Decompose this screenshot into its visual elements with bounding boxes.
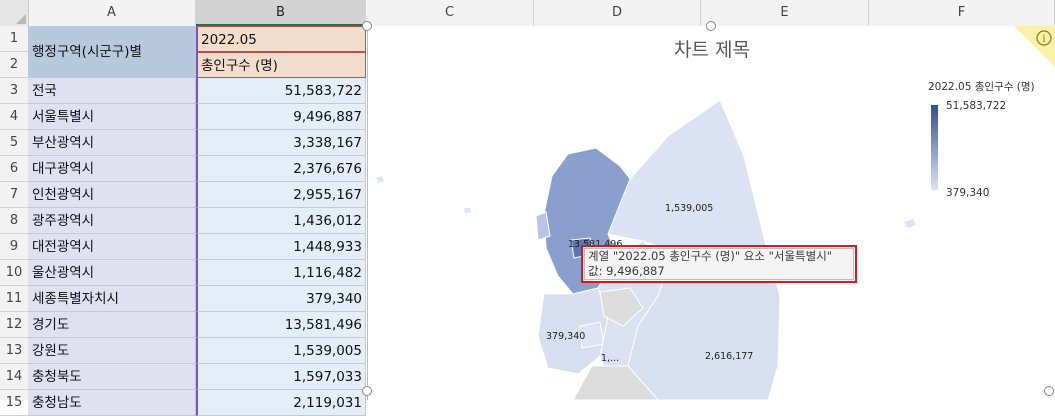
column-header-b[interactable]: B: [196, 0, 366, 26]
value-cell[interactable]: 379,340: [196, 286, 366, 312]
info-icon[interactable]: i: [1014, 26, 1055, 68]
select-all-button[interactable]: [0, 0, 29, 26]
legend-max-label: 51,583,722: [946, 100, 1007, 112]
value-cell[interactable]: 2,119,031: [196, 390, 366, 416]
tooltip-value-line: 값: 9,496,887: [588, 264, 665, 278]
map-label-gyeongbuk: 2,616,177: [705, 351, 754, 362]
value-cell[interactable]: 1,436,012: [196, 208, 366, 234]
row-header[interactable]: 8: [0, 208, 28, 234]
region-cell[interactable]: 충청북도: [28, 364, 196, 390]
resize-handle[interactable]: [362, 386, 372, 396]
row-header[interactable]: 12: [0, 312, 28, 338]
column-header-c[interactable]: C: [366, 0, 534, 26]
column-header-bar: A B C D E F: [0, 0, 1055, 27]
resize-handle[interactable]: [1044, 386, 1054, 396]
tooltip-series-line: 계열 "2022.05 총인구수 (명)" 요소 "서울특별시": [588, 249, 833, 263]
row-header[interactable]: 7: [0, 182, 28, 208]
legend-min-label: 379,340: [946, 187, 990, 199]
row-header[interactable]: 6: [0, 156, 28, 182]
map-label-gangwon: 1,539,005: [665, 203, 714, 214]
map-label-sejong: 379,340: [546, 331, 586, 342]
column-header-a[interactable]: A: [28, 0, 196, 26]
region-cell[interactable]: 세종특별자치시: [28, 286, 196, 312]
map-label-chungbuk: 1,...: [601, 353, 620, 364]
row-header[interactable]: 5: [0, 130, 28, 156]
value-cell[interactable]: 9,496,887: [196, 104, 366, 130]
value-cell[interactable]: 1,597,033: [196, 364, 366, 390]
column-header-d[interactable]: D: [534, 0, 701, 26]
cell-a1-region-header[interactable]: 행정구역(시군구)별: [28, 26, 196, 78]
island-shape: [376, 176, 384, 183]
region-cell[interactable]: 광주광역시: [28, 208, 196, 234]
region-cell[interactable]: 울산광역시: [28, 260, 196, 286]
region-cell[interactable]: 대구광역시: [28, 156, 196, 182]
svg-text:i: i: [1042, 34, 1045, 45]
column-header-e[interactable]: E: [701, 0, 869, 26]
row-header[interactable]: 15: [0, 390, 28, 416]
row-header[interactable]: 2: [0, 52, 28, 78]
value-cell[interactable]: 2,955,167: [196, 182, 366, 208]
row-header[interactable]: 11: [0, 286, 28, 312]
island-shape: [464, 208, 471, 213]
region-cell[interactable]: 서울특별시: [28, 104, 196, 130]
region-cell[interactable]: 강원도: [28, 338, 196, 364]
row-header-bar: 1 2 3 4 5 6 7 8 9 10 11 12 13 14 15: [0, 26, 29, 416]
value-cell[interactable]: 13,581,496: [196, 312, 366, 338]
column-header-f[interactable]: F: [869, 0, 1055, 26]
legend-title: 2022.05 총인구수 (명): [928, 81, 1035, 93]
row-header[interactable]: 14: [0, 364, 28, 390]
value-cell[interactable]: 1,539,005: [196, 338, 366, 364]
region-cell[interactable]: 인천광역시: [28, 182, 196, 208]
chart-tooltip: 계열 "2022.05 총인구수 (명)" 요소 "서울특별시" 값: 9,49…: [581, 245, 857, 283]
row-header[interactable]: 4: [0, 104, 28, 130]
row-header[interactable]: 9: [0, 234, 28, 260]
row-header[interactable]: 3: [0, 78, 28, 104]
resize-handle[interactable]: [362, 21, 372, 31]
region-cell[interactable]: 전국: [28, 78, 196, 104]
cell-b2-measure[interactable]: 총인구수 (명): [196, 52, 366, 78]
resize-handle[interactable]: [706, 21, 716, 31]
cell-b1-period[interactable]: 2022.05: [196, 26, 366, 52]
value-cell[interactable]: 1,116,482: [196, 260, 366, 286]
region-cell[interactable]: 충청남도: [28, 390, 196, 416]
region-cell[interactable]: 대전광역시: [28, 234, 196, 260]
row-header[interactable]: 1: [0, 26, 28, 52]
row-header[interactable]: 10: [0, 260, 28, 286]
value-cell[interactable]: 2,376,676: [196, 156, 366, 182]
region-cell[interactable]: 부산광역시: [28, 130, 196, 156]
region-cell[interactable]: 경기도: [28, 312, 196, 338]
map-chart[interactable]: 차트 제목 1,539,005 13,581,496 379,340 1,...…: [367, 26, 1055, 400]
island-shape: [904, 219, 916, 228]
row-header[interactable]: 13: [0, 338, 28, 364]
legend-gradient: [931, 105, 938, 190]
value-cell[interactable]: 51,583,722: [196, 78, 366, 104]
value-cell[interactable]: 3,338,167: [196, 130, 366, 156]
value-cell[interactable]: 1,448,933: [196, 234, 366, 260]
